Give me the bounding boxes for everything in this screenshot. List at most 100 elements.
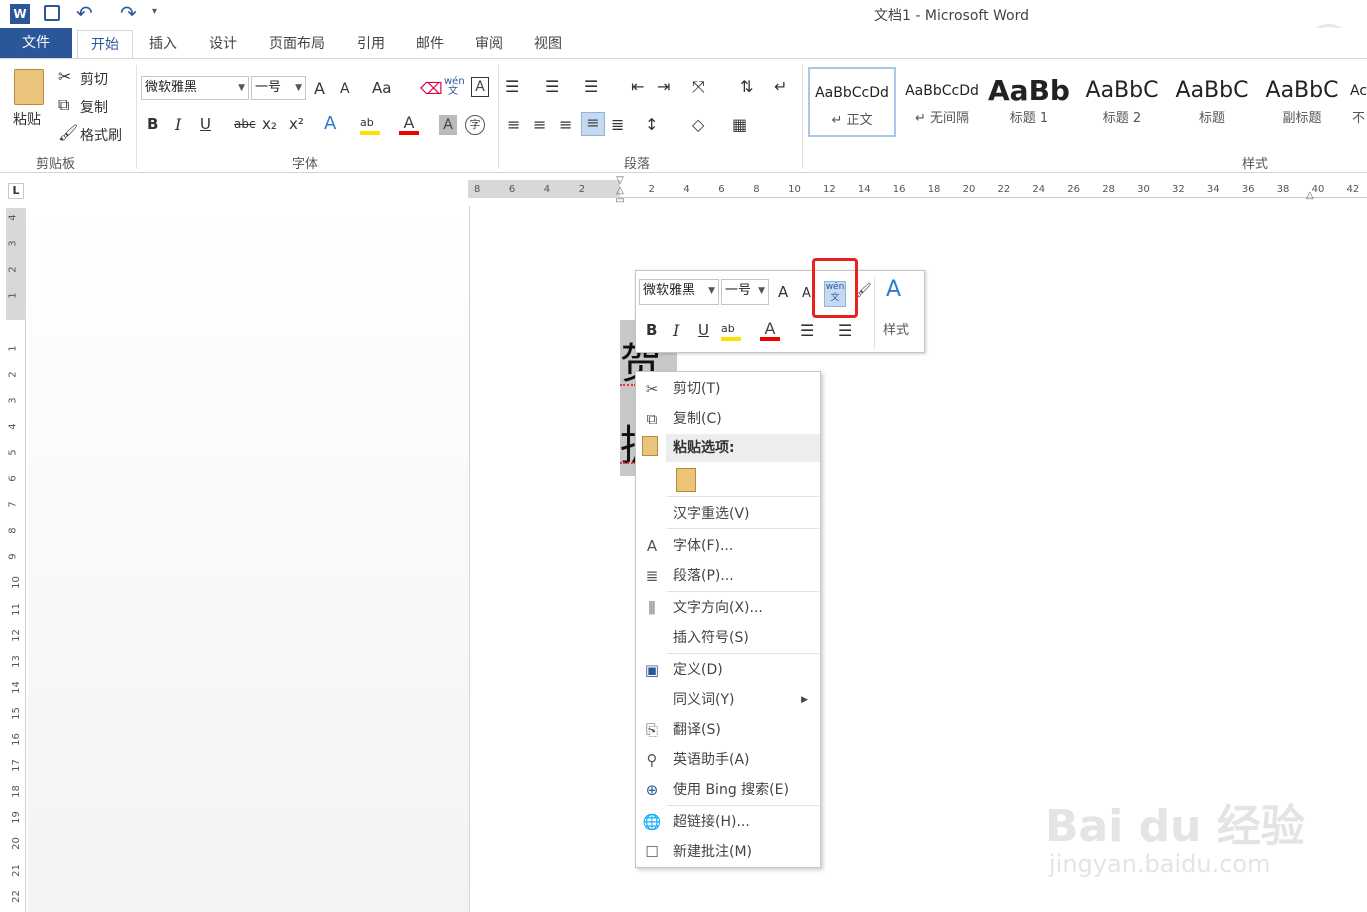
- ruler-corner-button[interactable]: L: [8, 183, 24, 199]
- style-subtitle[interactable]: AaBbC 副标题: [1258, 67, 1346, 137]
- format-painter-button[interactable]: 格式刷: [80, 125, 122, 145]
- mini-numbering-icon[interactable]: ☰: [838, 321, 852, 340]
- style-normal[interactable]: AaBbCcDd ↵ 正文: [808, 67, 896, 137]
- subscript-icon[interactable]: x₂: [262, 115, 277, 133]
- bullets-icon[interactable]: ☰: [505, 77, 519, 96]
- undo-icon[interactable]: ↶: [76, 1, 93, 25]
- menu-item-hyperlink[interactable]: 🌐 超链接(H)...: [636, 808, 820, 836]
- mini-styles-button[interactable]: 样式: [883, 319, 909, 338]
- align-left-icon[interactable]: ≡: [507, 115, 520, 134]
- cut-icon[interactable]: ✂: [58, 67, 71, 86]
- mini-font-size-combo[interactable]: 一号 ▼: [721, 279, 769, 305]
- tab-layout[interactable]: 页面布局: [260, 30, 334, 58]
- justify-icon[interactable]: ≡: [581, 112, 605, 136]
- tab-mailings[interactable]: 邮件: [405, 30, 455, 58]
- menu-item-text-direction[interactable]: ⫼ 文字方向(X)...: [636, 594, 820, 622]
- tab-insert[interactable]: 插入: [138, 30, 188, 58]
- indent-marker-icon[interactable]: ▽ △ ▭: [614, 176, 626, 206]
- distributed-icon[interactable]: ≣: [611, 115, 624, 134]
- paste-button[interactable]: 粘贴: [13, 109, 41, 129]
- menu-item-new-comment[interactable]: ☐ 新建批注(M): [636, 838, 820, 866]
- align-right-icon[interactable]: ≡: [559, 115, 572, 134]
- style-title[interactable]: AaBbC 标题: [1168, 67, 1256, 137]
- menu-item-reconvert[interactable]: 汉字重选(V): [636, 500, 820, 528]
- mini-font-color-icon[interactable]: A: [760, 319, 780, 341]
- mini-bullets-icon[interactable]: ☰: [800, 321, 814, 340]
- phonetic-guide-icon[interactable]: wén文: [444, 77, 465, 97]
- chinese-layout-icon[interactable]: ⤧: [692, 77, 705, 97]
- show-marks-icon[interactable]: ↵: [774, 77, 787, 96]
- numbering-icon[interactable]: ☰: [545, 77, 559, 96]
- menu-item-bing-search[interactable]: ⊕ 使用 Bing 搜索(E): [636, 776, 820, 804]
- define-icon: ▣: [644, 661, 660, 679]
- shrink-font-icon[interactable]: A: [340, 81, 350, 97]
- style-heading-2[interactable]: AaBbC 标题 2: [1078, 67, 1166, 137]
- mini-underline-icon[interactable]: U: [698, 321, 709, 339]
- copy-button[interactable]: 复制: [80, 97, 108, 117]
- save-icon[interactable]: [44, 5, 60, 21]
- character-shading-icon[interactable]: A: [439, 115, 457, 135]
- menu-item-translate[interactable]: ⎘ 翻译(S): [636, 716, 820, 744]
- text-effects-icon[interactable]: A: [324, 113, 336, 134]
- underline-icon[interactable]: U: [200, 115, 211, 133]
- paste-icon[interactable]: [14, 69, 44, 105]
- right-indent-marker-icon[interactable]: △: [1306, 190, 1314, 201]
- tab-design[interactable]: 设计: [198, 30, 248, 58]
- enclose-character-icon[interactable]: 字: [465, 115, 485, 135]
- menu-item-english-assistant[interactable]: ⚲ 英语助手(A): [636, 746, 820, 774]
- align-center-icon[interactable]: ≡: [533, 115, 546, 134]
- copy-icon[interactable]: ⧉: [58, 95, 69, 115]
- redo-icon[interactable]: ↷: [120, 1, 137, 25]
- change-case-icon[interactable]: Aa: [372, 79, 391, 97]
- mini-italic-icon[interactable]: I: [673, 321, 679, 340]
- tab-view[interactable]: 视图: [523, 30, 573, 58]
- clear-format-icon[interactable]: ⌫: [420, 79, 443, 98]
- mini-highlight-icon[interactable]: ab: [721, 321, 741, 341]
- style-heading-1[interactable]: AaBb 标题 1: [988, 67, 1070, 137]
- highlight-icon[interactable]: ab: [360, 115, 380, 135]
- font-size-combo[interactable]: 一号 ▼: [251, 76, 306, 100]
- font-name-combo[interactable]: 微软雅黑 ▼: [141, 76, 249, 100]
- decrease-indent-icon[interactable]: ⇤: [631, 77, 644, 96]
- mini-font-name-combo[interactable]: 微软雅黑 ▼: [639, 279, 719, 305]
- multilevel-list-icon[interactable]: ☰: [584, 77, 598, 96]
- style-no-spacing[interactable]: AaBbCcDd ↵ 无间隔: [898, 67, 986, 137]
- menu-item-paragraph[interactable]: ≣ 段落(P)...: [636, 562, 820, 590]
- increase-indent-icon[interactable]: ⇥: [657, 77, 670, 96]
- cut-button[interactable]: 剪切: [80, 69, 108, 89]
- menu-item-insert-symbol[interactable]: 插入符号(S): [636, 624, 820, 652]
- menu-item-synonyms[interactable]: 同义词(Y) ▶: [636, 686, 820, 714]
- character-border-icon[interactable]: A: [471, 77, 489, 97]
- mini-styles-icon[interactable]: A: [886, 277, 901, 302]
- strikethrough-icon[interactable]: abc: [234, 117, 256, 131]
- mini-shrink-font-icon[interactable]: A: [802, 286, 811, 301]
- menu-item-define[interactable]: ▣ 定义(D): [636, 656, 820, 684]
- bold-icon[interactable]: B: [147, 115, 158, 133]
- tab-references[interactable]: 引用: [346, 30, 396, 58]
- tab-review[interactable]: 审阅: [464, 30, 514, 58]
- menu-item-cut[interactable]: ✂ 剪切(T): [636, 375, 820, 403]
- menu-item-copy[interactable]: ⧉ 复制(C): [636, 405, 820, 433]
- borders-icon[interactable]: ▦: [732, 115, 747, 134]
- ruler-tick-label: 2: [7, 370, 19, 378]
- tab-home[interactable]: 开始: [77, 30, 133, 58]
- mini-grow-font-icon[interactable]: A: [778, 283, 788, 301]
- line-spacing-icon[interactable]: ↕: [645, 115, 658, 134]
- shading-icon[interactable]: ◇: [692, 115, 704, 134]
- paste-keep-text-icon[interactable]: [676, 468, 696, 492]
- superscript-icon[interactable]: x²: [289, 115, 304, 133]
- font-color-icon[interactable]: A: [399, 113, 419, 135]
- customize-quick-access-icon[interactable]: ▾: [152, 6, 157, 17]
- grow-font-icon[interactable]: A: [314, 79, 325, 98]
- menu-item-font[interactable]: A 字体(F)...: [636, 532, 820, 560]
- chevron-down-icon: ▼: [708, 286, 715, 296]
- tab-file[interactable]: 文件: [0, 28, 72, 58]
- mini-bold-icon[interactable]: B: [646, 321, 657, 339]
- sort-icon[interactable]: ⇅: [740, 77, 753, 96]
- italic-icon[interactable]: I: [175, 115, 181, 134]
- style-more[interactable]: Ac 不: [1350, 67, 1367, 137]
- ruler-tick-label: 20: [10, 837, 22, 851]
- chevron-down-icon: ▼: [758, 286, 765, 296]
- format-painter-icon[interactable]: 🖌: [58, 123, 78, 142]
- word-app-icon[interactable]: W: [10, 4, 30, 24]
